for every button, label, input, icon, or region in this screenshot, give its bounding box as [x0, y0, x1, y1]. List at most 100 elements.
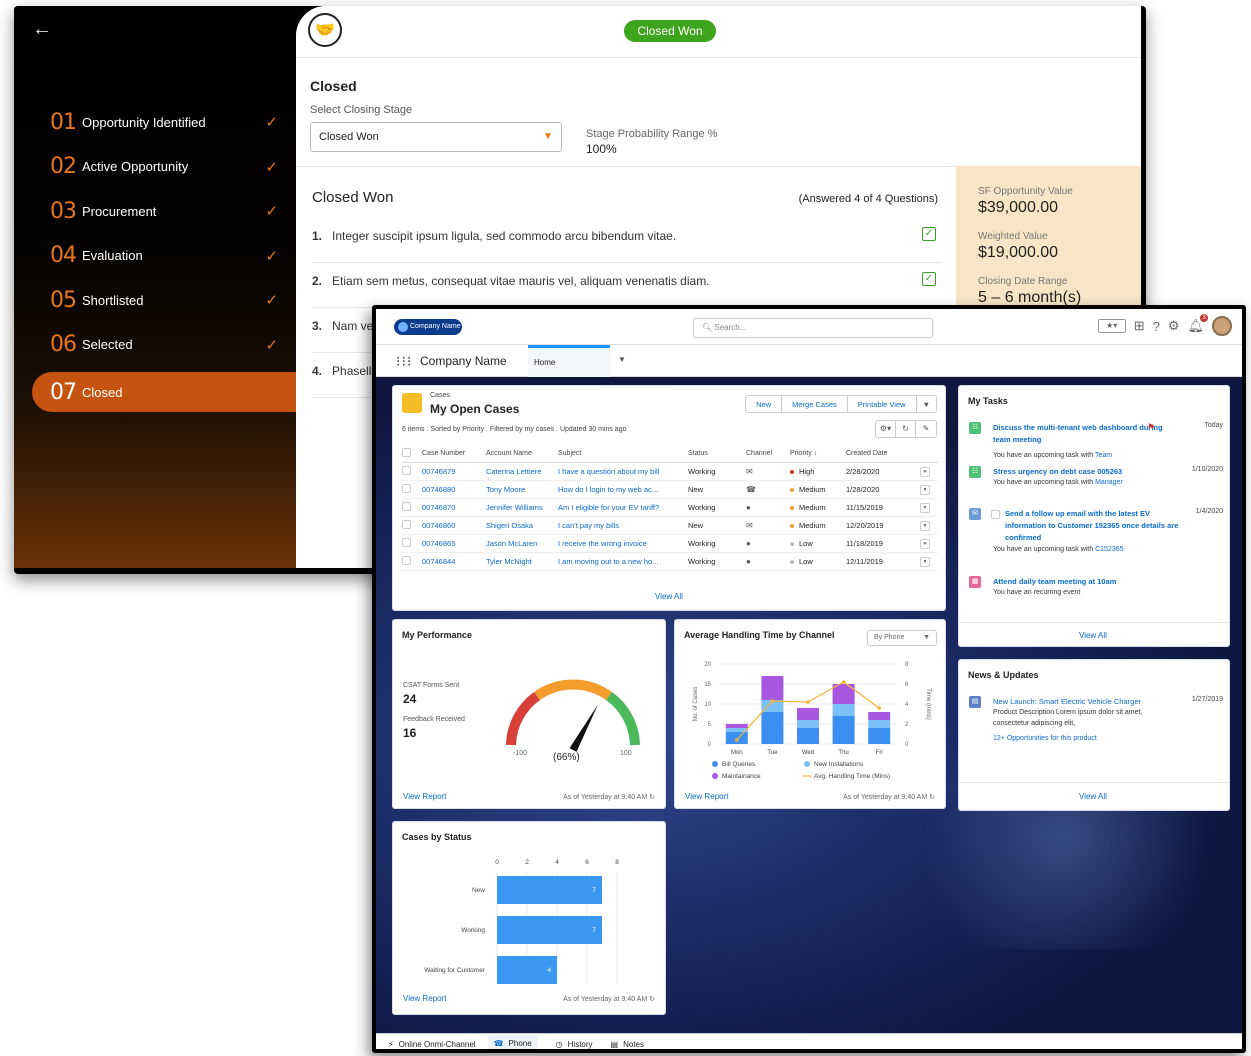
account-name-link[interactable]: Caterina Lettiere	[486, 462, 558, 481]
subject-link[interactable]: I can't pay my bills	[558, 516, 688, 535]
task-title[interactable]: Send a follow up email with the latest E…	[1005, 508, 1181, 544]
case-number-link[interactable]: 00746865	[422, 534, 486, 553]
more-actions-icon[interactable]: ▼	[916, 396, 936, 412]
stage-item[interactable]: 06 Selected ✓	[50, 325, 278, 365]
stage-item[interactable]: 07 Closed	[32, 372, 300, 412]
search-input[interactable]: 🔍︎ Search...	[693, 318, 933, 338]
stage-item[interactable]: 01 Opportunity Identified ✓	[50, 102, 278, 142]
task-title[interactable]: Stress urgency on debt case 005263	[993, 466, 1181, 478]
subject-link[interactable]: How do I login to my web ac...	[558, 480, 688, 499]
row-menu-icon[interactable]: ▼	[920, 502, 930, 513]
column-header[interactable]: Case Number	[422, 446, 486, 463]
row-menu-icon[interactable]: ▼	[920, 538, 930, 549]
account-name-link[interactable]: Jennifer Williams	[486, 498, 558, 517]
table-row[interactable]: 00746860 Shigeri Osaka I can't pay my bill…	[402, 516, 938, 535]
task-title[interactable]: Attend daily team meeting at 10am	[993, 576, 1181, 588]
chevron-down-icon[interactable]: ▼	[618, 355, 626, 364]
stage-item[interactable]: 03 Procurement ✓	[50, 191, 278, 231]
table-row[interactable]: 00746865 Jason McLaren I receive the wrong…	[402, 534, 938, 553]
edit-icon[interactable]: ✎	[916, 421, 936, 437]
help-icon[interactable]: ?	[1153, 319, 1160, 334]
subject-link[interactable]: Am I eligible for your EV tariff?	[558, 498, 688, 517]
row-checkbox[interactable]	[402, 501, 411, 511]
avatar[interactable]	[1212, 316, 1232, 336]
refresh-icon[interactable]: ↻	[896, 421, 916, 437]
refresh-icon[interactable]: ↻	[929, 794, 935, 801]
task-who-link[interactable]: C152365	[1095, 546, 1123, 553]
utility-history[interactable]: ◷ History	[556, 1040, 593, 1049]
cases-view-all-link[interactable]: View All	[655, 592, 683, 601]
row-checkbox[interactable]	[402, 555, 411, 565]
table-row[interactable]: 00746844 Tyler McNight I am moving out to …	[402, 552, 938, 571]
case-number-link[interactable]: 00746870	[422, 498, 486, 517]
stage-item[interactable]: 02 Active Opportunity ✓	[50, 147, 278, 187]
tab-home[interactable]: Home	[528, 345, 610, 377]
news-item-link[interactable]: 12+ Opportunities for this product	[993, 735, 1097, 742]
favorites-icon[interactable]: ★▾	[1097, 319, 1126, 333]
table-row[interactable]: 00746870 Jennifer Williams Am I eligible f…	[402, 498, 938, 517]
subject-link[interactable]: I receive the wrong invoice	[558, 534, 688, 553]
row-menu-icon[interactable]: ▼	[920, 484, 930, 495]
channel-dropdown[interactable]: By Phone ▼	[867, 630, 937, 646]
stage-item[interactable]: 04 Evaluation ✓	[50, 236, 278, 276]
refresh-icon[interactable]: ↻	[649, 794, 655, 801]
account-name-link[interactable]: Jason McLaren	[486, 534, 558, 553]
table-row[interactable]: 00746880 Tony Moore How do I login to my w…	[402, 480, 938, 499]
row-checkbox[interactable]	[402, 465, 411, 475]
row-menu-icon[interactable]: ▼	[920, 466, 930, 477]
tasks-view-all-link[interactable]: View All	[1079, 631, 1107, 640]
column-header[interactable]: Priority ↓	[790, 446, 846, 463]
app-launcher-icon[interactable]: ⁝⁝⁝	[396, 353, 412, 370]
refresh-icon[interactable]: ↻	[649, 996, 655, 1003]
table-row[interactable]: 00746879 Caterina Lettiere I have a questi…	[402, 462, 938, 481]
subject-link[interactable]: I am moving out to a new ho...	[558, 552, 688, 571]
column-header[interactable]: Status	[688, 446, 746, 463]
news-item-title[interactable]: New Launch: Smart Electric Vehicle Charg…	[993, 696, 1181, 708]
new-button[interactable]: New	[746, 396, 783, 412]
case-number-link[interactable]: 00746880	[422, 480, 486, 499]
merge-cases-button[interactable]: Merge Cases	[782, 396, 848, 412]
add-icon[interactable]: ⊞	[1134, 318, 1145, 334]
utility-omni-channel[interactable]: ⚡︎ Online Onmi-Channel	[388, 1040, 476, 1049]
row-menu-icon[interactable]: ▼	[920, 556, 930, 567]
row-checkbox[interactable]	[402, 519, 411, 529]
column-header[interactable]: Subject	[558, 446, 688, 463]
status-view-report[interactable]: View Report	[403, 994, 446, 1003]
select-all-checkbox[interactable]	[402, 448, 411, 458]
case-number-link[interactable]: 00746860	[422, 516, 486, 535]
row-checkbox[interactable]	[402, 537, 411, 547]
account-name-link[interactable]: Tyler McNight	[486, 552, 558, 571]
bell-icon[interactable]: 🔔︎ 3	[1187, 314, 1208, 334]
list-settings-icon[interactable]: ⚙▾	[876, 421, 896, 437]
aht-view-report[interactable]: View Report	[685, 792, 728, 801]
account-name-link[interactable]: Tony Moore	[486, 480, 558, 499]
back-arrow-icon[interactable]: ←	[32, 18, 52, 41]
my-tasks-card: My Tasks ☷ Discuss the multi-tenant web d…	[958, 385, 1230, 647]
news-view-all-link[interactable]: View All	[1079, 792, 1107, 801]
utility-phone[interactable]: ☎ Phone	[487, 1035, 538, 1049]
checkbox-checked-icon[interactable]: ✓	[922, 227, 936, 241]
row-checkbox[interactable]	[402, 483, 411, 493]
checkbox-checked-icon[interactable]: ✓	[922, 272, 936, 286]
logo-text: Company Name	[410, 323, 461, 330]
column-header[interactable]: Created Date	[846, 446, 920, 463]
row-menu-icon[interactable]: ▼	[920, 520, 930, 531]
bar-segment	[832, 716, 855, 744]
task-checkbox[interactable]	[991, 510, 1000, 519]
printable-view-button[interactable]: Printable View	[847, 396, 917, 412]
gear-icon[interactable]: ⚙	[1168, 318, 1180, 334]
performance-view-report[interactable]: View Report	[403, 792, 446, 801]
task-who-link[interactable]: Team	[1095, 452, 1112, 459]
csat-label: CSAT Forms Sent	[403, 682, 460, 689]
account-name-link[interactable]: Shigeri Osaka	[486, 516, 558, 535]
column-header[interactable]: Account Name	[486, 446, 558, 463]
subject-link[interactable]: I have a question about my bill	[558, 462, 688, 481]
utility-notes[interactable]: ▤ Notes	[611, 1040, 644, 1049]
column-header[interactable]: Channel	[746, 446, 790, 463]
company-logo[interactable]: Company Name	[394, 319, 462, 335]
stage-item[interactable]: 05 Shortlisted ✓	[50, 280, 278, 320]
closing-stage-select[interactable]: Closed Won ▼	[310, 122, 562, 152]
task-who-link[interactable]: Manager	[1095, 479, 1123, 486]
case-number-link[interactable]: 00746879	[422, 462, 486, 481]
case-number-link[interactable]: 00746844	[422, 552, 486, 571]
